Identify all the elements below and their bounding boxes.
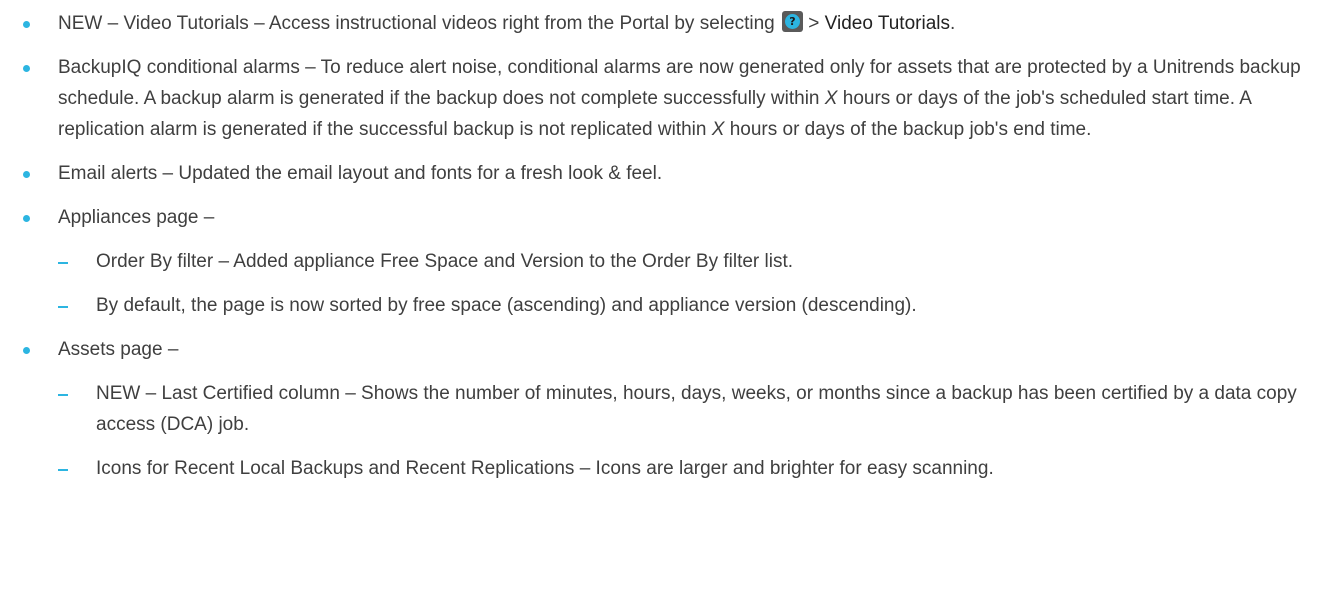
menu-item-reference: Video Tutorials xyxy=(824,13,950,34)
assets-sublist: NEW – Last Certified column – Shows the … xyxy=(58,378,1305,484)
list-item-text: Appliances page – xyxy=(58,207,215,228)
help-icon-glyph: ? xyxy=(784,14,800,29)
list-item-text: Assets page – xyxy=(58,339,179,360)
list-item-assets-page: Assets page – NEW – Last Certified colum… xyxy=(20,334,1305,484)
dash-marker xyxy=(58,306,68,308)
list-item-backupiq-alarms: BackupIQ conditional alarms – To reduce … xyxy=(20,52,1305,145)
appliances-sublist: Order By filter – Added appliance Free S… xyxy=(58,246,1305,321)
sublist-item-text: Icons for Recent Local Backups and Recen… xyxy=(96,458,994,479)
sublist-item: By default, the page is now sorted by fr… xyxy=(58,290,1305,321)
dash-marker xyxy=(58,394,68,396)
dash-marker xyxy=(58,469,68,471)
list-item-text: . xyxy=(949,13,956,34)
variable-x: X xyxy=(711,119,725,140)
list-item-text: > xyxy=(802,13,825,34)
list-item-email-alerts: Email alerts – Updated the email layout … xyxy=(20,158,1305,189)
list-item-video-tutorials: NEW – Video Tutorials – Access instructi… xyxy=(20,8,1305,39)
sublist-item: NEW – Last Certified column – Shows the … xyxy=(58,378,1305,440)
bullet-dot xyxy=(23,347,30,354)
sublist-item-text: By default, the page is now sorted by fr… xyxy=(96,295,917,316)
variable-x: X xyxy=(824,88,838,109)
sublist-item: Icons for Recent Local Backups and Recen… xyxy=(58,453,1305,484)
bullet-dot xyxy=(23,21,30,28)
feature-list: NEW – Video Tutorials – Access instructi… xyxy=(20,8,1305,484)
bullet-dot xyxy=(23,171,30,178)
dash-marker xyxy=(58,262,68,264)
bullet-dot xyxy=(23,215,30,222)
sublist-item-text: NEW – Last Certified column – Shows the … xyxy=(96,383,1297,435)
list-item-text: hours or days of the backup job's end ti… xyxy=(724,119,1092,140)
list-item-text: Email alerts – Updated the email layout … xyxy=(58,163,663,184)
sublist-item-text: Order By filter – Added appliance Free S… xyxy=(96,251,794,272)
sublist-item: Order By filter – Added appliance Free S… xyxy=(58,246,1305,277)
help-icon: ? xyxy=(781,11,803,32)
release-notes-document: NEW – Video Tutorials – Access instructi… xyxy=(0,0,1325,484)
bullet-dot xyxy=(23,65,30,72)
list-item-text: NEW – Video Tutorials – Access instructi… xyxy=(58,13,780,34)
list-item-appliances-page: Appliances page – Order By filter – Adde… xyxy=(20,202,1305,321)
